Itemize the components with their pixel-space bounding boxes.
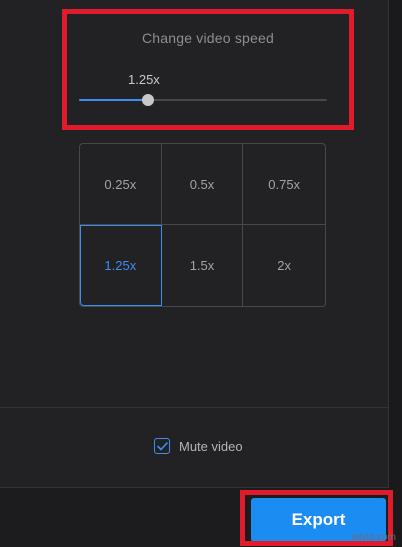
watermark: wtvid.com: [351, 532, 396, 543]
speed-option-1-5x[interactable]: 1.5x: [162, 225, 244, 306]
speed-option-1-25x[interactable]: 1.25x: [80, 225, 162, 306]
speed-slider[interactable]: [79, 94, 327, 106]
mute-video-label: Mute video: [179, 438, 243, 454]
checkmark-icon: [156, 441, 168, 450]
speed-options-grid: 0.25x 0.5x 0.75x 1.25x 1.5x 2x: [79, 143, 326, 307]
mute-video-option[interactable]: Mute video: [154, 438, 243, 454]
speed-title: Change video speed: [141, 30, 275, 46]
speed-settings-window: Change video speed 1.25x 0.25x 0.5x 0.75…: [0, 0, 402, 547]
speed-option-0-75x[interactable]: 0.75x: [243, 144, 325, 225]
right-edge-strip: [389, 0, 402, 547]
speed-value-label: 1.25x: [128, 72, 160, 87]
slider-thumb[interactable]: [142, 94, 154, 106]
mute-checkbox[interactable]: [154, 438, 170, 454]
section-divider: [0, 407, 388, 408]
speed-option-0-5x[interactable]: 0.5x: [161, 144, 244, 225]
speed-option-2x[interactable]: 2x: [243, 225, 325, 306]
slider-fill: [79, 99, 148, 101]
speed-option-0-25x[interactable]: 0.25x: [80, 144, 162, 225]
